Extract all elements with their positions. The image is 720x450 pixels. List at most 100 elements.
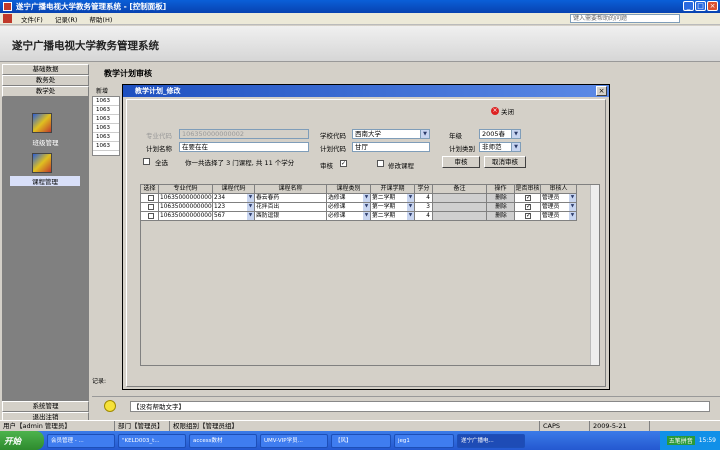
grid-cell-term[interactable]: 第二学期 ▼ (371, 194, 415, 203)
grid-vertical-scrollbar[interactable] (590, 185, 599, 365)
grid-cell-op[interactable]: 删除 (487, 203, 515, 212)
chevron-down-icon[interactable]: ▼ (511, 130, 520, 138)
checkbox[interactable] (148, 213, 154, 219)
grid-cell-major[interactable]: 106350000000002 (159, 212, 213, 221)
close-window-button[interactable]: × (707, 1, 718, 11)
audit-checkbox[interactable]: ✓ (340, 160, 347, 167)
list-item[interactable]: 1063 (93, 133, 119, 142)
grid-cell-type[interactable]: 必修课 ▼ (327, 203, 371, 212)
checkbox[interactable]: ✓ (525, 195, 531, 201)
grid-cell-reviewer[interactable]: 管理员 ▼ (541, 212, 577, 221)
maximize-button[interactable]: □ (695, 1, 706, 11)
list-item[interactable]: 1063 (93, 97, 119, 106)
list-item[interactable]: 1063 (93, 115, 119, 124)
chevron-down-icon[interactable]: ▼ (363, 194, 370, 202)
chevron-down-icon[interactable]: ▼ (569, 203, 576, 211)
plan-name-label: 计划名称 (146, 145, 172, 153)
menu-record[interactable]: 记录(R) (49, 14, 84, 24)
plan-type-select[interactable]: 非师范 ▼ (479, 142, 521, 152)
course-management-icon[interactable] (32, 153, 52, 173)
list-item[interactable]: 1063 (93, 142, 119, 151)
audit-button[interactable]: 审核 (442, 156, 480, 168)
grid-cell-note[interactable] (433, 203, 487, 212)
grid-cell-course-code[interactable]: 567 ▼ (213, 212, 255, 221)
chevron-down-icon[interactable]: ▼ (363, 203, 370, 211)
start-button[interactable]: 开始 (0, 431, 44, 450)
grid-cell-course-code[interactable]: 123 ▼ (213, 203, 255, 212)
chevron-down-icon[interactable]: ▼ (511, 143, 520, 151)
chevron-down-icon[interactable]: ▼ (247, 194, 254, 202)
ime-indicator[interactable]: 五笔拼音 (666, 436, 695, 445)
banner-title: 遂宁广播电视大学教务管理系统 (12, 40, 159, 52)
row-select-checkbox[interactable] (141, 194, 159, 203)
toolbar-new-button[interactable]: 新增 (96, 86, 108, 95)
chevron-down-icon[interactable]: ▼ (247, 203, 254, 211)
nav-system-management[interactable]: 系统管理 (2, 401, 89, 412)
chevron-down-icon[interactable]: ▼ (407, 212, 414, 220)
grid-cell-term[interactable]: 第一学期 ▼ (371, 203, 415, 212)
checkbox[interactable] (148, 204, 154, 210)
close-button[interactable]: × 关闭 (491, 106, 514, 116)
grid-cell-term[interactable]: 第二学期 ▼ (371, 212, 415, 221)
grid-cell-op[interactable]: 删除 (487, 194, 515, 203)
taskbar-item[interactable]: "KELD003_t... (118, 433, 186, 448)
nav-course-management[interactable]: 课程管理 (10, 176, 80, 186)
modify-course-checkbox[interactable] (377, 160, 384, 167)
chevron-down-icon[interactable]: ▼ (569, 194, 576, 202)
help-search-input[interactable]: 键入需要帮助的问题 (570, 14, 680, 23)
grid-cell-course-name[interactable]: 花拌百出 (255, 203, 327, 212)
minimize-button[interactable]: _ (683, 1, 694, 11)
taskbar-item[interactable]: UMV-VIP学员... (260, 433, 328, 448)
grade-select[interactable]: 2005春 ▼ (479, 129, 521, 139)
list-item[interactable]: 1063 (93, 124, 119, 133)
taskbar-item[interactable]: 会员管理 - ... (47, 433, 115, 448)
chevron-down-icon[interactable]: ▼ (420, 130, 429, 138)
cancel-audit-button[interactable]: 取消审核 (484, 156, 526, 168)
grid-cell-note[interactable] (433, 194, 487, 203)
chevron-down-icon[interactable]: ▼ (407, 194, 414, 202)
select-all-checkbox[interactable] (143, 158, 150, 165)
nav-teaching-office[interactable]: 教学处 (2, 86, 89, 97)
plan-code-field[interactable]: 甘厅 (352, 142, 430, 152)
chevron-down-icon[interactable]: ▼ (247, 212, 254, 220)
taskbar-item-active[interactable]: 遂宁广播电... (457, 433, 525, 448)
checkbox[interactable]: ✓ (525, 204, 531, 210)
grid-cell-type[interactable]: 选修课 ▼ (327, 194, 371, 203)
checkbox[interactable]: ✓ (525, 213, 531, 219)
nav-academic-office[interactable]: 教务处 (2, 75, 89, 86)
class-management-icon[interactable] (32, 113, 52, 133)
school-code-select[interactable]: 西南大学 ▼ (352, 129, 430, 139)
grid-cell-major[interactable]: 106350000000002 (159, 194, 213, 203)
grid-cell-major[interactable]: 106350000000002 (159, 203, 213, 212)
list-item[interactable]: 1063 (93, 106, 119, 115)
dialog-close-x-button[interactable]: × (596, 86, 607, 96)
chevron-down-icon[interactable]: ▼ (569, 212, 576, 220)
row-select-checkbox[interactable] (141, 212, 159, 221)
row-audited-checkbox[interactable]: ✓ (515, 212, 541, 221)
grid-cell-credit[interactable]: 4 (415, 194, 433, 203)
grid-cell-course-name[interactable]: 春云春药 (255, 194, 327, 203)
chevron-down-icon[interactable]: ▼ (363, 212, 370, 220)
plan-name-field[interactable]: 在要在在 (179, 142, 309, 152)
grid-cell-course-code[interactable]: 234 ▼ (213, 194, 255, 203)
grid-cell-reviewer[interactable]: 管理员 ▼ (541, 194, 577, 203)
row-audited-checkbox[interactable]: ✓ (515, 194, 541, 203)
menu-help[interactable]: 帮助(H) (83, 14, 118, 24)
menu-file[interactable]: 文件(F) (15, 14, 49, 24)
grid-cell-type[interactable]: 必修课 ▼ (327, 212, 371, 221)
taskbar-item[interactable]: access数材 (189, 433, 257, 448)
grid-cell-reviewer[interactable]: 管理员 ▼ (541, 203, 577, 212)
chevron-down-icon[interactable]: ▼ (407, 203, 414, 211)
nav-class-management[interactable]: 班级管理 (2, 137, 89, 147)
taskbar-item[interactable]: 【风】 (331, 433, 391, 448)
row-audited-checkbox[interactable]: ✓ (515, 203, 541, 212)
row-select-checkbox[interactable] (141, 203, 159, 212)
grid-cell-credit[interactable]: 4 (415, 212, 433, 221)
grid-cell-course-name[interactable]: 酉防逗银 (255, 212, 327, 221)
checkbox[interactable] (148, 195, 154, 201)
taskbar-item[interactable]: jeg1 (394, 433, 454, 448)
nav-basic-data[interactable]: 基础数据 (2, 64, 89, 75)
grid-cell-op[interactable]: 删除 (487, 212, 515, 221)
grid-cell-note[interactable] (433, 212, 487, 221)
grid-cell-credit[interactable]: 3 (415, 203, 433, 212)
